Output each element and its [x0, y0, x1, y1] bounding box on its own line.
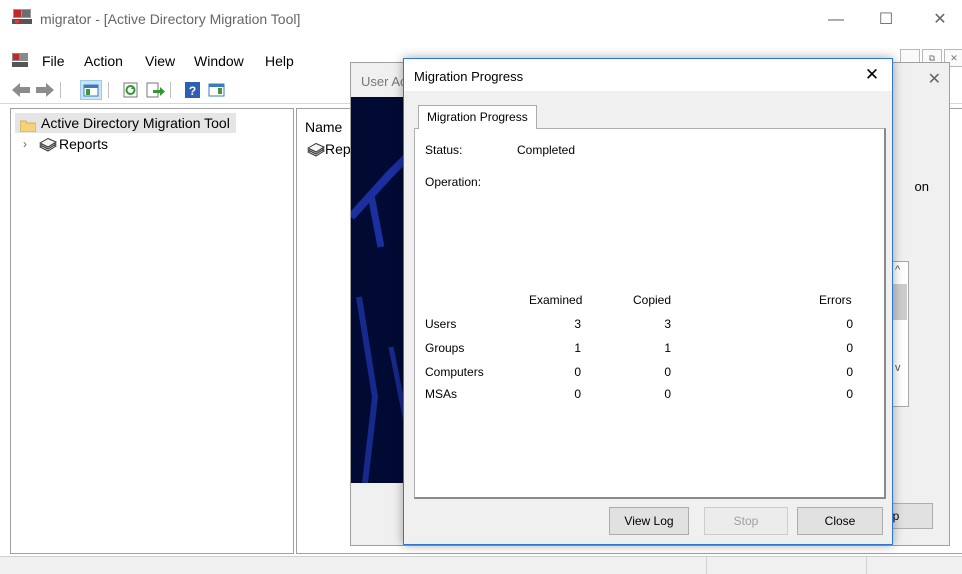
- copied-column-header: Copied: [633, 293, 672, 307]
- status-cell: [706, 557, 866, 574]
- scroll-up-icon[interactable]: ^: [895, 264, 900, 276]
- computers-examined: 0: [574, 365, 581, 379]
- close-window-button[interactable]: ✕: [918, 6, 962, 34]
- console-tree: Active Directory Migration Tool › Report…: [10, 108, 294, 554]
- stop-button[interactable]: Stop: [704, 507, 788, 535]
- status-bar: [0, 556, 962, 574]
- toolbar-separator: [108, 82, 109, 98]
- forward-icon[interactable]: [34, 80, 56, 100]
- migration-tool-icon: [12, 8, 32, 25]
- mmc-document-icon[interactable]: [12, 53, 28, 67]
- groups-examined: 1: [574, 341, 581, 355]
- msas-label: MSAs: [425, 387, 458, 401]
- tree-child-label: Reports: [59, 136, 109, 152]
- computers-copied: 0: [664, 365, 671, 379]
- show-hide-tree-icon[interactable]: [80, 80, 102, 100]
- toolbar-separator: [60, 82, 61, 98]
- dialog-title: Migration Progress: [414, 69, 524, 84]
- toolbar-separator: [170, 82, 171, 98]
- msas-examined: 0: [574, 387, 581, 401]
- menu-help[interactable]: Help: [265, 53, 294, 69]
- computers-label: Computers: [425, 365, 484, 379]
- groups-label: Groups: [425, 341, 465, 355]
- refresh-icon[interactable]: [120, 80, 142, 100]
- expand-chevron-icon[interactable]: ›: [23, 134, 27, 154]
- tree-item-active-directory-migration-tool[interactable]: Active Directory Migration Tool: [15, 113, 236, 133]
- tree-root-label: Active Directory Migration Tool: [41, 115, 230, 131]
- status-cell: [866, 557, 962, 574]
- examined-column-header: Examined: [529, 293, 583, 307]
- msas-copied: 0: [664, 387, 671, 401]
- status-value: Completed: [517, 143, 576, 157]
- groups-copied: 1: [664, 341, 671, 355]
- folder-icon: [19, 117, 37, 133]
- svg-text:?: ?: [189, 84, 196, 98]
- migration-progress-dialog: Migration Progress ✕ Migration Progress …: [403, 58, 893, 545]
- wizard-close-button[interactable]: ✕: [928, 69, 941, 89]
- computers-errors: 0: [846, 365, 853, 379]
- app-titlebar: migrator - [Active Directory Migration T…: [0, 0, 962, 45]
- name-column-header[interactable]: Name: [305, 119, 342, 135]
- operation-label: Operation:: [425, 175, 482, 189]
- migration-progress-panel: Status: Completed Operation: Examined Co…: [414, 128, 886, 499]
- reports-book-icon: [38, 137, 58, 152]
- msas-errors: 0: [846, 387, 853, 401]
- wizard-title: User Account Migration Wizard: [361, 74, 407, 89]
- scroll-down-icon[interactable]: v: [895, 362, 901, 374]
- export-list-icon[interactable]: [144, 80, 166, 100]
- window-title: migrator - [Active Directory Migration T…: [40, 11, 301, 27]
- users-copied: 3: [664, 317, 671, 331]
- status-label: Status:: [425, 143, 463, 157]
- minimize-button[interactable]: —: [814, 6, 858, 34]
- back-icon[interactable]: [10, 80, 32, 100]
- wizard-banner-image: [351, 97, 407, 483]
- reports-book-icon: [307, 142, 326, 157]
- users-examined: 3: [574, 317, 581, 331]
- users-label: Users: [425, 317, 457, 331]
- scroll-thumb[interactable]: [893, 284, 907, 320]
- tab-migration-progress[interactable]: Migration Progress: [418, 105, 537, 129]
- show-hide-action-pane-icon[interactable]: [206, 80, 228, 100]
- wizard-text-fragment: on: [914, 179, 929, 194]
- menu-window[interactable]: Window: [194, 53, 244, 69]
- errors-column-header: Errors: [819, 293, 852, 307]
- dialog-titlebar: Migration Progress ✕: [404, 59, 892, 91]
- dialog-close-icon[interactable]: ✕: [860, 64, 884, 86]
- view-log-button[interactable]: View Log: [609, 507, 689, 535]
- close-button[interactable]: Close: [797, 507, 883, 535]
- menu-file[interactable]: File: [42, 53, 65, 69]
- maximize-button[interactable]: ☐: [864, 6, 908, 34]
- users-errors: 0: [846, 317, 853, 331]
- menu-view[interactable]: View: [145, 53, 175, 69]
- tree-item-reports[interactable]: › Reports: [21, 134, 108, 154]
- menu-action[interactable]: Action: [84, 53, 123, 69]
- groups-errors: 0: [846, 341, 853, 355]
- wizard-list-scrollbar[interactable]: ^ v: [891, 261, 909, 407]
- help-icon[interactable]: ?: [182, 80, 204, 100]
